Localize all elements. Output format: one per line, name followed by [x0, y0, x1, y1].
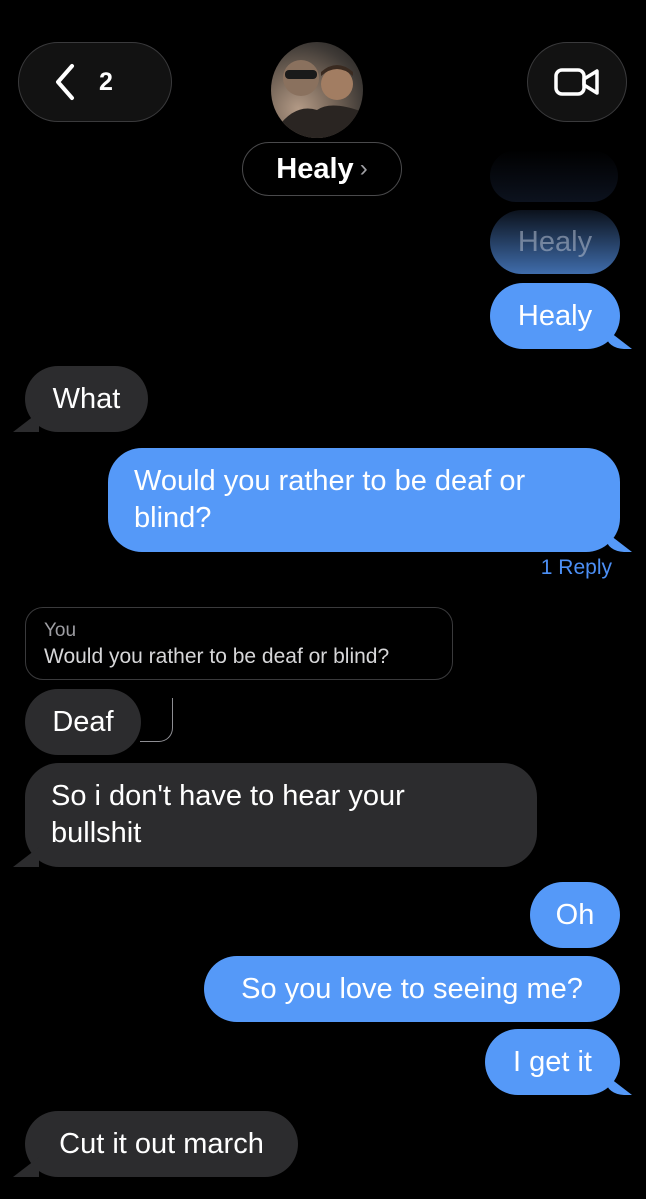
message-bubble-sent[interactable]: Oh — [530, 882, 620, 948]
reply-quote-sender: You — [44, 620, 77, 641]
message-bubble-received[interactable]: Cut it out march — [25, 1111, 298, 1177]
message-text: Deaf — [52, 705, 114, 738]
message-text: Cut it out march — [59, 1127, 264, 1160]
chevron-right-icon: › — [359, 155, 368, 182]
avatar-photo — [271, 60, 363, 138]
unread-count: 2 — [99, 67, 113, 96]
message-bubble-received[interactable]: So i don't have to hear your bullshit — [25, 763, 537, 867]
message-text: Healy — [517, 299, 593, 332]
video-call-button[interactable] — [527, 42, 627, 122]
message-text: Would you rather to be deaf or blind? — [134, 465, 526, 534]
video-camera-icon — [554, 68, 599, 96]
message-text: So i don't have to hear your bullshit — [51, 780, 405, 849]
back-button[interactable]: 2 — [18, 42, 172, 122]
chevron-left-icon — [56, 64, 74, 100]
reply-quote-text: Would you rather to be deaf or blind? — [44, 645, 390, 668]
contact-name-button[interactable]: Healy › — [242, 142, 402, 196]
message-bubble-sent[interactable]: I get it — [485, 1029, 620, 1095]
message-bubble-sent-faded[interactable]: Healy — [490, 210, 620, 274]
message-bubble-received[interactable]: Deaf — [25, 689, 141, 755]
message-text: What — [52, 382, 121, 415]
contact-name: Healy — [276, 152, 354, 185]
message-text: I get it — [513, 1045, 592, 1078]
message-bubble-sent[interactable]: Healy — [490, 283, 620, 349]
reply-quote[interactable]: You Would you rather to be deaf or blind… — [25, 607, 453, 680]
message-bubble-received[interactable]: What — [25, 366, 148, 432]
message-bubble-sent[interactable]: Would you rather to be deaf or blind? — [108, 448, 620, 552]
reply-count-link[interactable]: 1 Reply — [541, 556, 612, 580]
message-bubble-sent[interactable]: So you love to seeing me? — [204, 956, 620, 1022]
message-text: Oh — [555, 898, 595, 931]
reply-thread-connector — [140, 698, 173, 742]
message-text: So you love to seeing me? — [241, 972, 583, 1005]
scrolled-message-bubble — [490, 150, 618, 202]
contact-avatar[interactable] — [271, 42, 363, 138]
